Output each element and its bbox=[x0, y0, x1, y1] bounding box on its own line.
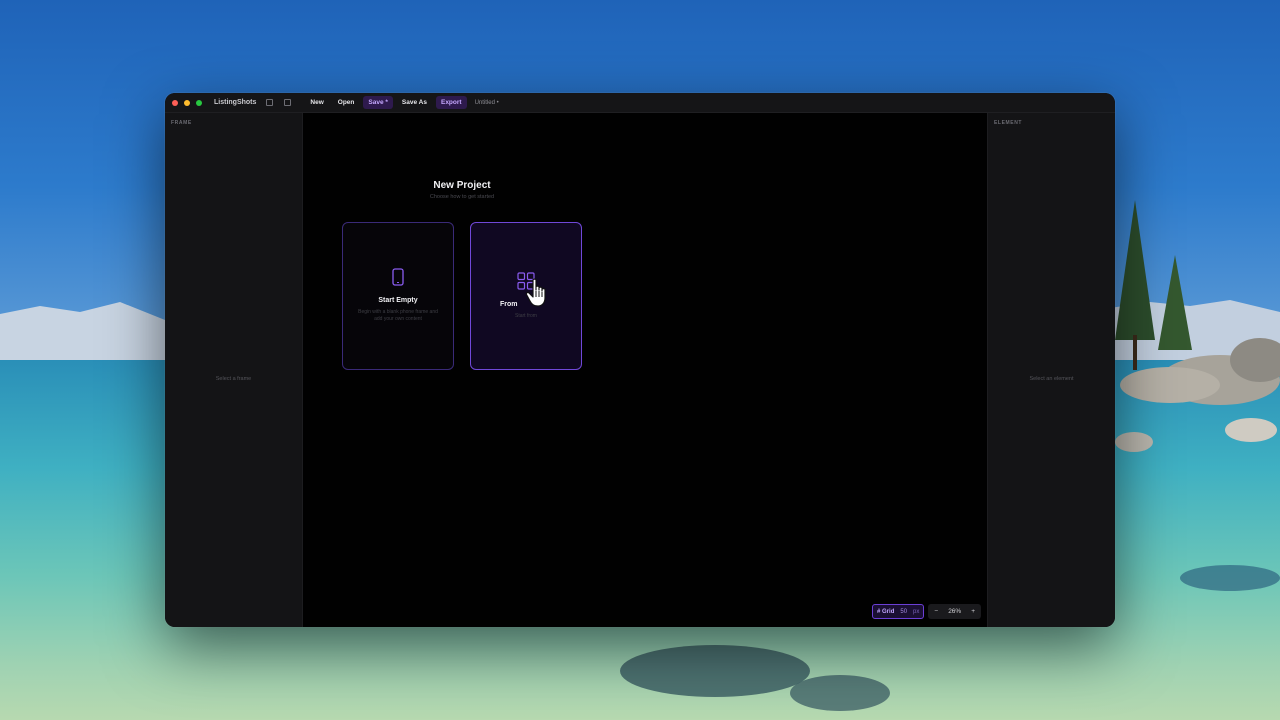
hand-cursor-icon bbox=[525, 278, 546, 307]
element-panel-empty-text: Select an element bbox=[1029, 376, 1074, 382]
grid-label: # Grid bbox=[877, 608, 895, 615]
grid-unit: px bbox=[913, 608, 920, 615]
new-button[interactable]: New bbox=[305, 96, 328, 109]
save-as-button[interactable]: Save As bbox=[397, 96, 432, 109]
title-bar: ListingShots New Open Save * Save As Exp… bbox=[165, 93, 1115, 113]
close-window-button[interactable] bbox=[172, 99, 178, 106]
wallpaper-rock bbox=[620, 645, 810, 697]
new-project-title: New Project bbox=[433, 180, 491, 191]
minimize-window-button[interactable] bbox=[184, 99, 190, 106]
panel-toggle-icon[interactable] bbox=[284, 99, 292, 106]
start-empty-card-description: Begin with a blank phone frame and add y… bbox=[358, 309, 438, 322]
frame-panel-heading: FRAME bbox=[171, 120, 192, 126]
frame-panel-empty-text: Select a frame bbox=[215, 376, 252, 382]
sidebar-toggle-icon[interactable] bbox=[266, 99, 274, 106]
toolbar-menu: New Open Save * Save As Export Untitled … bbox=[305, 96, 499, 109]
start-empty-card[interactable]: Start Empty Begin with a blank phone fra… bbox=[342, 222, 454, 370]
canvas[interactable]: New Project Choose how to get started St… bbox=[303, 113, 987, 627]
element-panel: ELEMENT Select an element bbox=[987, 113, 1115, 627]
phone-icon bbox=[392, 268, 404, 286]
wallpaper-rock bbox=[1115, 432, 1153, 452]
new-project-subtitle: Choose how to get started bbox=[429, 194, 495, 200]
canvas-bottom-bar: # Grid 50 px − 26% + bbox=[872, 604, 981, 619]
zoom-in-button[interactable]: + bbox=[971, 608, 975, 615]
wallpaper-rock bbox=[790, 675, 890, 711]
app-name: ListingShots bbox=[214, 99, 257, 106]
zoom-level: 26% bbox=[948, 608, 962, 615]
element-panel-heading: ELEMENT bbox=[994, 120, 1023, 126]
wallpaper-rock bbox=[1180, 565, 1280, 591]
open-button[interactable]: Open bbox=[333, 96, 360, 109]
export-button[interactable]: Export bbox=[435, 96, 467, 109]
grid-toggle[interactable]: # Grid 50 px bbox=[872, 604, 925, 619]
wallpaper-rock bbox=[1225, 418, 1277, 442]
start-empty-card-title: Start Empty bbox=[378, 297, 418, 304]
save-button[interactable]: Save * bbox=[363, 96, 393, 109]
frame-panel: FRAME Select a frame bbox=[165, 113, 303, 627]
maximize-window-button[interactable] bbox=[196, 99, 202, 106]
zoom-out-button[interactable]: − bbox=[934, 608, 938, 615]
window-controls bbox=[172, 99, 202, 106]
document-name: Untitled • bbox=[474, 99, 499, 106]
zoom-control: − 26% + bbox=[928, 604, 981, 619]
wallpaper-trees bbox=[1115, 200, 1280, 405]
grid-size-input[interactable]: 50 bbox=[900, 609, 907, 615]
from-template-card-description: Start from bbox=[515, 313, 537, 319]
app-window: ListingShots New Open Save * Save As Exp… bbox=[165, 93, 1115, 627]
